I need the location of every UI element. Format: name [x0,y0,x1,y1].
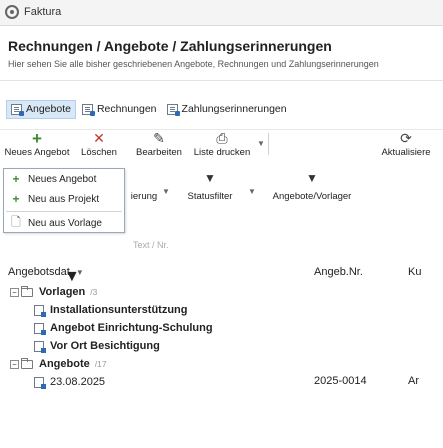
tab-label: Angebote [26,103,71,115]
chevron-down-icon[interactable]: ▼ [162,187,170,196]
tree-row[interactable]: Vor Ort Besichtigung [34,337,160,355]
menu-item-label: Neu aus Vorlage [28,217,102,229]
status-filter-label: Statusfilter [187,191,233,202]
page-title: Rechnungen / Angebote / Zahlungserinneru… [8,38,332,54]
group-count: /17 [94,359,107,369]
tab-bar: Angebote Rechnungen Zahlungserinnerungen [6,99,293,119]
edit-label: Bearbeiten [136,147,182,158]
row-customer: Ar [408,375,419,387]
row-text: Vor Ort Besichtigung [50,340,160,352]
app-logo-icon [5,5,19,19]
filter-icon: ▼ [204,171,216,185]
tab-rechnungen[interactable]: Rechnungen [78,100,161,119]
collapse-icon[interactable]: − [10,287,19,297]
chevron-down-icon[interactable]: ▼ [248,187,256,196]
menu-item-new-from-template[interactable]: 🗋 Neu aus Vorlage [4,213,124,233]
row-date: 23.08.2025 [50,376,106,388]
collapse-icon[interactable]: − [10,359,19,369]
page-subtitle: Hier sehen Sie alle bisher geschriebenen… [8,59,379,69]
tree-row[interactable]: Installationsunterstützung [34,301,188,319]
document-icon [81,103,95,116]
print-list-label: Liste drucken [193,147,251,158]
row-text: Angebot Einrichtung-Schulung [50,322,213,334]
sort-down-icon: ▼ [75,268,84,277]
divider [268,133,269,155]
tab-label: Zahlungserinnerungen [181,103,287,115]
document-icon [34,376,46,389]
document-icon [166,103,180,116]
chevron-down-icon[interactable]: ▼ [257,139,265,148]
refresh-label: Aktualisiere [381,147,431,158]
document-icon: 🗋 [11,214,21,229]
grid-ghost-header: Text / Nr. [133,240,169,250]
delete-label: Löschen [81,147,117,158]
tree-group-angebote[interactable]: − Angebote /17 [10,355,107,373]
refresh-icon: ⟳ [400,130,412,146]
plus-icon: + [32,129,42,148]
menu-item-new-from-project[interactable]: + Neu aus Projekt [4,189,124,209]
row-text: Installationsunterstützung [50,304,188,316]
document-icon [34,340,46,353]
tree-row[interactable]: Angebot Einrichtung-Schulung [34,319,213,337]
print-list-button[interactable]: ⎙ Liste drucken [190,130,254,159]
row-number: 2025-0014 [314,375,367,387]
column-header-date[interactable]: Angebotsdat. ▼ [8,266,84,278]
new-offer-dropdown-menu: + Neues Angebot + Neu aus Projekt 🗋 Neu … [3,168,125,233]
folder-icon [21,285,33,297]
column-label: Angebotsdat. [8,266,73,278]
divider [0,80,443,81]
edit-button[interactable]: ✎ Bearbeiten [132,130,186,159]
status-filter-button[interactable]: ▼ Statusfilter [180,171,240,202]
menu-item-new-offer[interactable]: + Neues Angebot [4,169,124,189]
refresh-button[interactable]: ⟳ Aktualisiere [372,130,440,159]
menu-divider [6,211,122,212]
document-icon [34,322,46,335]
offer-template-filter-button[interactable]: ▼ Angebote/Vorlager [262,171,362,202]
delete-button[interactable]: ✕ Löschen [76,130,122,159]
toolbar-icon [124,171,164,185]
plus-icon: + [12,172,20,186]
menu-item-label: Neu aus Projekt [28,193,100,205]
plus-icon: + [12,192,20,206]
column-header-number[interactable]: Angeb.Nr. [314,266,363,278]
column-header-customer[interactable]: Ku [408,266,421,278]
folder-icon [21,357,33,369]
new-offer-button[interactable]: + Neues Angebot [4,129,70,158]
toolbar-partial-label: ierung [130,191,158,202]
toolbar: + Neues Angebot ▼ ✕ Löschen ✎ Bearbeiten… [0,129,443,285]
menu-item-label: Neues Angebot [28,173,97,185]
printer-icon: ⎙ [216,130,228,146]
tab-zahlungserinnerungen[interactable]: Zahlungserinnerungen [163,100,291,119]
tree-row[interactable]: 23.08.2025 [34,373,105,391]
group-label: Angebote [39,358,90,370]
offer-template-label: Angebote/Vorlager [272,191,352,202]
toolbar-item-partial[interactable]: ierung [124,171,164,202]
document-icon [11,103,24,116]
tab-label: Rechnungen [96,103,157,115]
edit-icon: ✎ [153,130,165,146]
close-icon: ✕ [93,130,105,146]
group-count: /3 [90,287,98,297]
app-titlebar: Faktura [0,0,443,26]
new-offer-label: Neues Angebot [4,147,70,158]
document-icon [34,304,46,317]
group-label: Vorlagen [39,286,86,298]
tab-angebote[interactable]: Angebote [6,99,76,119]
app-name: Faktura [24,6,62,18]
tree-group-vorlagen[interactable]: − Vorlagen /3 [10,283,97,301]
filter-icon: ▼ [306,171,318,185]
